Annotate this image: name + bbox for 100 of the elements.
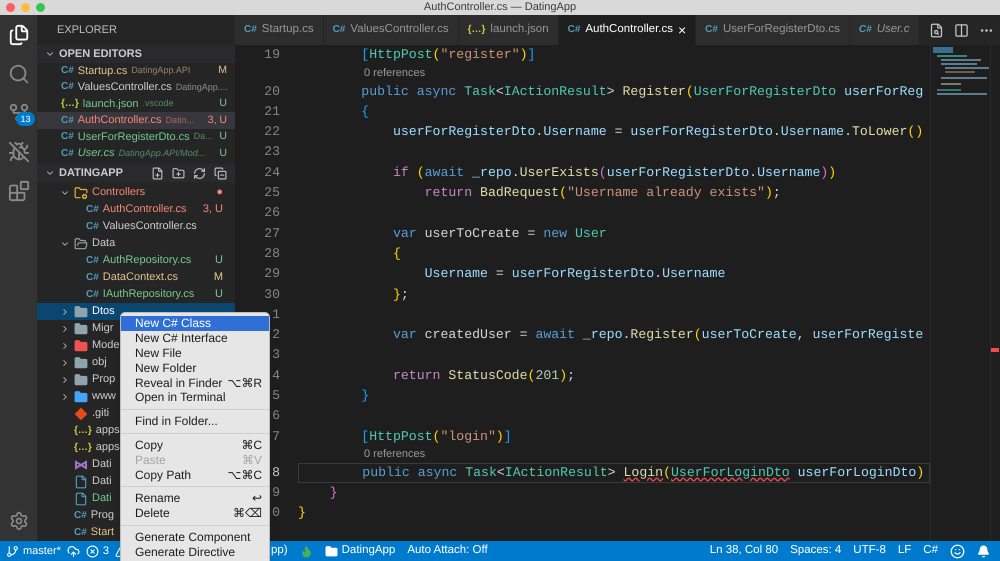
file-name: Startup.cs xyxy=(78,64,128,79)
count-badge: 13 xyxy=(16,112,34,126)
csharp-file-icon: C# xyxy=(705,25,718,35)
file-path: DatingApp.... xyxy=(176,80,228,94)
line-number: 7 xyxy=(272,428,280,446)
file-name: ValuesController.cs xyxy=(102,219,197,234)
git-status: M xyxy=(218,62,227,78)
line-number: 1 xyxy=(272,306,280,324)
file-name: Data xyxy=(92,236,116,252)
line-number: 0 xyxy=(272,504,280,522)
git-status: 3, U xyxy=(202,202,223,218)
csharp-file-icon: C# xyxy=(86,222,99,232)
branch-name: master* xyxy=(23,544,61,559)
tab-label: ValuesController.cs xyxy=(350,22,449,38)
code-line: } xyxy=(328,484,338,502)
file-name: www xyxy=(92,389,116,404)
file-path: .vscode xyxy=(142,97,174,110)
file-name: AuthRepository.cs xyxy=(102,253,192,268)
code-line: userForRegisterDto.Username = userForRegisterDto.Username.ToLower() xyxy=(392,123,924,142)
tab-label: AuthController.cs xyxy=(585,22,673,38)
line-number: 27 xyxy=(264,224,280,243)
line-number: 8 xyxy=(272,464,280,482)
line-number: 28 xyxy=(264,244,280,263)
line-number: 25 xyxy=(264,184,280,202)
code-line: if (await _repo.UserExists(userForRegisterDto.Username)) xyxy=(392,164,836,182)
csharp-file-icon: C# xyxy=(858,25,872,35)
code-line: [HttpPost("register")] xyxy=(360,46,536,64)
csharp-file-icon: C# xyxy=(86,290,99,300)
file-name: ValuesController.cs xyxy=(78,80,172,96)
file-path: DatingApp.API xyxy=(131,64,190,78)
code-line: public async Task<IActionResult> Register(UserForRegisterDto userForReg xyxy=(360,82,924,101)
code-line: return BadRequest("Username already exists"); xyxy=(424,184,781,202)
file-name: Mode xyxy=(92,338,120,354)
tab-label: launch.json xyxy=(490,22,549,38)
code-line: return StatusCode(201); xyxy=(392,366,576,385)
file-name: IAuthRepository.cs xyxy=(102,287,194,302)
code-line: { xyxy=(392,244,401,263)
csharp-file-icon: C# xyxy=(86,204,99,215)
code-line: }; xyxy=(392,286,409,304)
csharp-file-icon: C# xyxy=(61,148,74,159)
tab-label: User.c xyxy=(876,22,910,38)
file-name: AuthController.cs xyxy=(78,113,162,128)
file-name: apps xyxy=(96,440,120,456)
file-name: Start xyxy=(90,525,114,540)
code-line: Username = userForRegisterDto.Username xyxy=(424,265,726,284)
file-path: Datin... xyxy=(166,114,194,127)
file-name: User.cs xyxy=(78,146,115,162)
line-number: 30 xyxy=(264,286,280,304)
file-name: obj xyxy=(92,355,107,370)
code-line: public async Task<IActionResult> Login(UserForLoginDto userForLoginDto) xyxy=(361,464,924,482)
line-number: 3 xyxy=(272,346,280,364)
file-path: Da... xyxy=(194,130,213,144)
file-name: Dtos xyxy=(92,304,115,320)
csharp-file-icon: C# xyxy=(568,25,580,35)
line-number: 20 xyxy=(264,82,280,101)
git-status: U xyxy=(215,287,223,302)
code-line: var createdUser = await _repo.Register(userToCreate, userForRegiste xyxy=(392,326,924,344)
json-file-icon: {…} xyxy=(61,98,79,109)
error-count: 3 xyxy=(102,544,110,559)
csharp-file-icon: C# xyxy=(61,66,74,76)
csharp-file-icon: C# xyxy=(86,272,99,283)
csharp-file-icon: C# xyxy=(61,132,74,142)
git-status: 3, U xyxy=(208,112,227,128)
code-line: { xyxy=(360,102,370,121)
csharp-file-icon: C# xyxy=(244,25,257,35)
git-status: M xyxy=(214,270,223,286)
csharp-file-icon: C# xyxy=(74,528,87,538)
line-number: 21 xyxy=(264,102,280,121)
json-file-icon: {…} xyxy=(468,25,486,35)
file-name: Dati xyxy=(92,474,112,490)
csharp-file-icon: C# xyxy=(332,25,346,35)
git-status: ● xyxy=(216,185,223,200)
code-line: var userToCreate = new User xyxy=(392,224,607,243)
file-name: launch.json xyxy=(82,96,138,112)
file-path: DatingApp.API/Mod... xyxy=(118,146,206,160)
line-number: 4 xyxy=(272,366,280,385)
csharp-file-icon: C# xyxy=(86,256,99,266)
file-name: Prog xyxy=(90,508,114,524)
sidebar-title: EXPLORER xyxy=(57,22,117,38)
file-name: AuthController.cs xyxy=(102,202,187,218)
file-name: UserForRegisterDto.cs xyxy=(78,130,190,145)
json-file-icon: {…} xyxy=(74,426,92,436)
file-name: apps xyxy=(96,423,120,438)
line-number: 26 xyxy=(264,204,280,222)
line-number: 6 xyxy=(272,407,280,426)
file-name: Controllers xyxy=(92,185,146,200)
line-number: 29 xyxy=(264,265,280,284)
line-number: 23 xyxy=(264,143,280,162)
line-number: 22 xyxy=(264,123,280,142)
line-number: 2 xyxy=(272,326,280,344)
git-status: U xyxy=(219,129,227,144)
code-line: } xyxy=(298,504,306,522)
tab-label: Startup.cs xyxy=(262,22,314,38)
file-name: .giti xyxy=(92,406,110,422)
code-line: [HttpPost("login")] xyxy=(360,428,512,446)
line-number: 9 xyxy=(272,484,280,502)
git-status: U xyxy=(219,146,227,161)
line-number: 24 xyxy=(264,164,280,182)
csharp-file-icon: C# xyxy=(61,116,74,126)
folder-name: DatingApp xyxy=(342,543,396,558)
